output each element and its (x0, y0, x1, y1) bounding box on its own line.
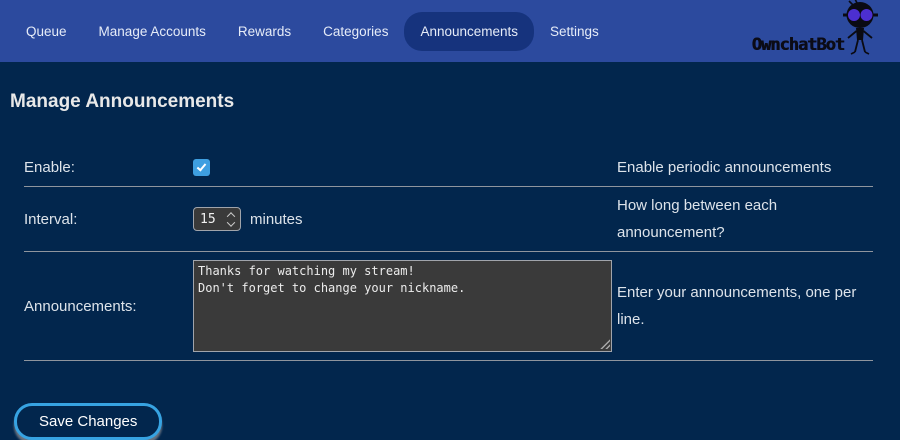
enable-label: Enable: (24, 149, 193, 187)
nav-item-categories[interactable]: Categories (307, 12, 404, 51)
robot-mascot-icon (840, 0, 882, 60)
interval-value: 15 (194, 212, 228, 227)
enable-checkbox[interactable] (193, 159, 210, 176)
interval-input[interactable]: 15 (193, 207, 241, 231)
interval-suffix: minutes (250, 211, 303, 228)
nav-item-queue[interactable]: Queue (10, 12, 83, 51)
page-title: Manage Announcements (10, 91, 900, 113)
interval-label: Interval: (24, 187, 193, 252)
nav-item-rewards[interactable]: Rewards (222, 12, 307, 51)
top-navbar: Queue Manage Accounts Rewards Categories… (0, 0, 900, 62)
announcements-form: Enable: Enable periodic announcements In… (24, 149, 873, 361)
form-row-announcements: Announcements: Thanks for watching my st… (24, 252, 873, 361)
announcements-label: Announcements: (24, 252, 193, 361)
nav-item-manage-accounts[interactable]: Manage Accounts (83, 12, 222, 51)
save-changes-button[interactable]: Save Changes (14, 403, 162, 440)
announcements-help-text: Enter your announcements, one per line. (617, 252, 873, 361)
nav-item-announcements[interactable]: Announcements (404, 12, 534, 51)
number-spinner[interactable] (228, 212, 240, 227)
nav-item-settings[interactable]: Settings (534, 12, 615, 51)
form-row-enable: Enable: Enable periodic announcements (24, 149, 873, 187)
brand-name: OwnchatBot (752, 35, 844, 62)
interval-help-text: How long between each announcement? (617, 187, 873, 252)
form-row-interval: Interval: 15 minutes How long between ea… (24, 187, 873, 252)
announcements-textarea[interactable]: Thanks for watching my stream! Don't for… (193, 260, 612, 352)
enable-help-text: Enable periodic announcements (617, 149, 873, 187)
brand-logo: OwnchatBot (752, 0, 882, 62)
check-icon (197, 162, 207, 172)
spinner-down-icon[interactable] (227, 218, 235, 226)
